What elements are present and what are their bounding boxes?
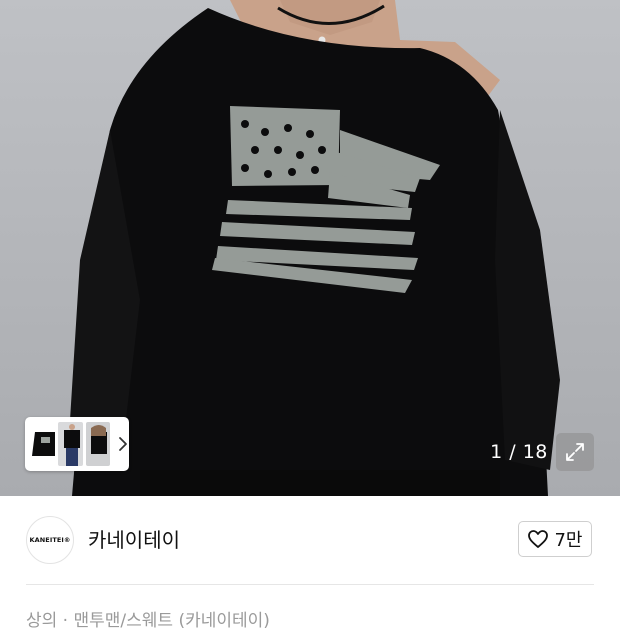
chevron-right-icon[interactable] <box>117 422 129 466</box>
heart-outline-icon <box>528 530 549 548</box>
thumbnail-model-front[interactable] <box>58 422 83 466</box>
image-counter: 1 / 18 <box>490 441 548 463</box>
like-button[interactable]: 7만 <box>518 521 592 557</box>
store-logo-text: KANEITEI® <box>29 536 71 544</box>
breadcrumb[interactable]: 상의 · 맨투맨/스웨트 (카네이테이) <box>26 606 270 631</box>
expand-icon <box>566 443 584 461</box>
thumbnail-strip[interactable] <box>25 417 129 471</box>
like-count: 7만 <box>554 530 583 551</box>
expand-button[interactable] <box>556 433 594 471</box>
product-image-gallery[interactable]: 1 / 18 <box>0 0 620 496</box>
store-name[interactable]: 카네이테이 <box>88 524 180 553</box>
store-row: KANEITEI® 카네이테이 7만 <box>0 496 620 584</box>
thumbnail-sweatshirt-flat[interactable] <box>31 422 56 466</box>
store-logo[interactable]: KANEITEI® <box>26 516 74 564</box>
thumbnail-model-side[interactable] <box>85 422 110 466</box>
divider <box>26 584 594 585</box>
